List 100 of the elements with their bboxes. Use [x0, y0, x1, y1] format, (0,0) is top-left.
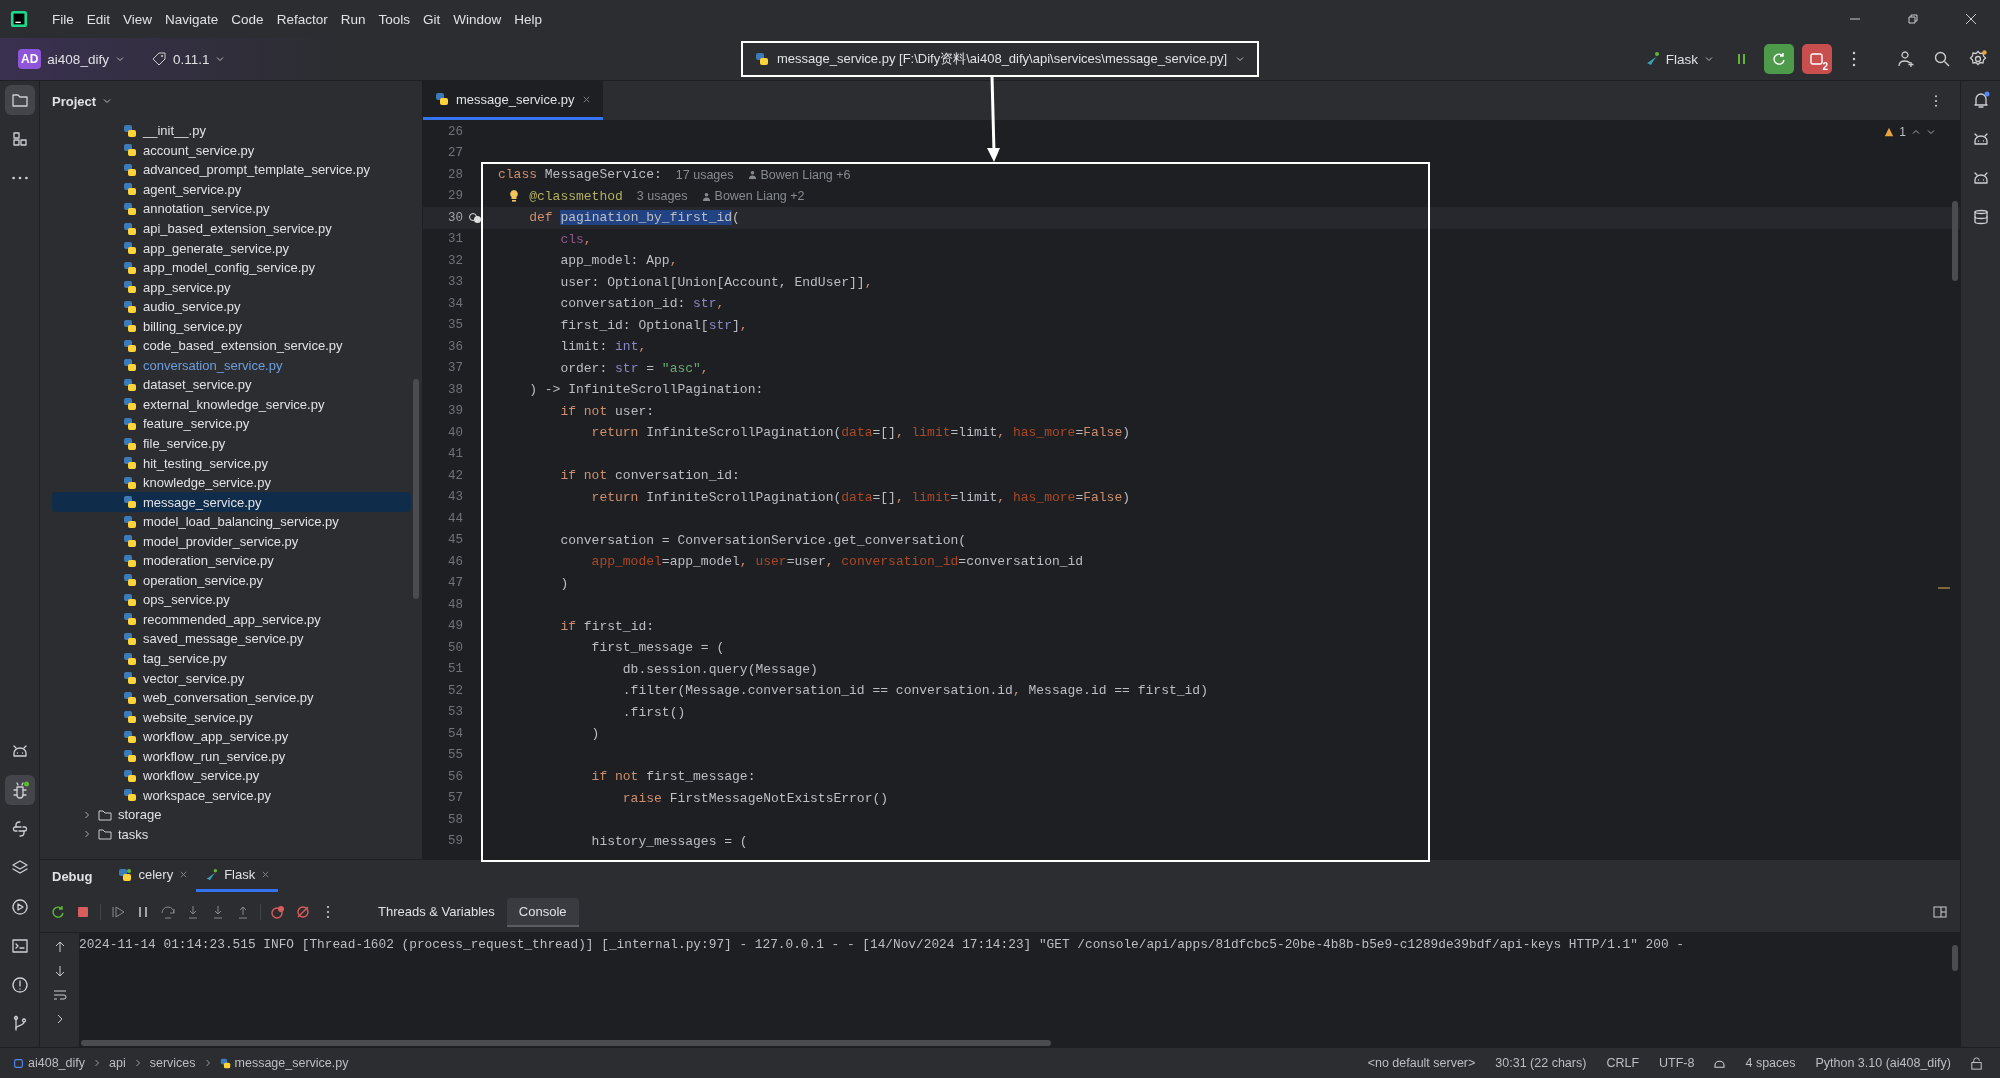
warning-icon[interactable] [1884, 127, 1895, 137]
code-line: limit: int, [559, 339, 647, 355]
menu-item[interactable]: Run [335, 9, 371, 29]
chevron-up-icon[interactable] [1911, 127, 1921, 137]
soft-wrap-icon[interactable] [51, 987, 68, 1003]
breakpoints-icon[interactable] [270, 904, 286, 920]
project-selector[interactable]: AD ai408_dify [12, 45, 131, 73]
tree-item[interactable]: knowledge_service.py [52, 472, 411, 493]
run-config-selector[interactable]: Flask [1637, 47, 1720, 71]
tree-item[interactable]: saved_message_service.py [52, 629, 411, 649]
debug-session-tab[interactable]: Flask [196, 860, 279, 892]
breadcrumb[interactable]: api [106, 1054, 129, 1072]
scrollbar-thumb[interactable] [413, 379, 419, 599]
menu-item[interactable]: Code [226, 9, 269, 29]
breadcrumb[interactable]: message_service.py [216, 1054, 352, 1072]
menu-item[interactable]: Refactor [271, 9, 333, 29]
status-item[interactable]: CRLF [1598, 1054, 1648, 1072]
panel-title[interactable]: Project [52, 93, 97, 109]
gutter-marker-icon[interactable] [468, 210, 482, 225]
tree-item[interactable]: app_service.py [52, 277, 411, 297]
tree-item[interactable]: feature_service.py [52, 414, 411, 434]
menu-item[interactable]: Edit [81, 9, 116, 29]
menu-item[interactable]: Tools [373, 9, 415, 29]
breadcrumb[interactable]: ai408_dify [10, 1054, 88, 1072]
usages-hint[interactable]: 3 usages [636, 189, 688, 204]
step-over-icon[interactable] [160, 904, 176, 920]
rerun-icon[interactable] [50, 904, 66, 920]
tree-item[interactable]: model_load_balancing_service.py [52, 511, 411, 532]
tree-item[interactable]: website_service.py [52, 707, 411, 727]
status-item[interactable]: UTF-8 [1651, 1054, 1703, 1072]
resume-icon[interactable] [110, 904, 126, 920]
view-tab[interactable]: Console [506, 897, 579, 927]
python-file-icon [123, 475, 137, 490]
tree-item[interactable]: vector_service.py [52, 668, 411, 688]
status-item[interactable]: <no default server> [1359, 1054, 1484, 1072]
editor-tab[interactable]: message_service.py [423, 81, 603, 120]
tree-item[interactable]: conversation_service.py [52, 355, 411, 376]
mute-breakpoints-icon[interactable] [295, 904, 311, 920]
tree-item[interactable]: api_based_extension_service.py [52, 218, 411, 239]
tree-item[interactable]: file_service.py [52, 433, 411, 454]
tool-window-button[interactable] [4, 775, 35, 805]
app-logo-icon[interactable] [10, 10, 28, 28]
status-item[interactable]: 4 spaces [1737, 1054, 1804, 1072]
rerun-debug-button[interactable] [1764, 44, 1794, 74]
menu-item[interactable]: Navigate [160, 9, 224, 29]
tree-item[interactable]: account_service.py [52, 140, 411, 161]
tree-item[interactable]: workspace_service.py [52, 785, 411, 806]
tree-item[interactable]: hit_testing_service.py [52, 453, 411, 473]
breadcrumb[interactable]: services [146, 1054, 199, 1072]
usages-hint[interactable]: 17 usages [675, 167, 734, 182]
menu-item[interactable]: Git [417, 9, 446, 29]
tree-item[interactable]: external_knowledge_service.py [52, 394, 411, 415]
tree-item[interactable]: dataset_service.py [52, 375, 411, 395]
tree-item[interactable]: model_provider_service.py [52, 531, 411, 552]
menu-item[interactable]: File [47, 9, 79, 29]
stop-button[interactable]: 2 [1802, 44, 1832, 74]
view-tab[interactable]: Threads & Variables [366, 897, 507, 927]
tree-item[interactable]: tag_service.py [52, 648, 411, 669]
current-file-selector[interactable]: message_service.py [F:\Dify资料\ai408_dify\api\services\message_service.py] [740, 41, 1260, 77]
menu-item[interactable]: View [118, 9, 158, 29]
tree-item[interactable]: __init__.py [52, 121, 411, 141]
layout-icon[interactable] [1932, 904, 1948, 920]
chevron-down-icon[interactable] [1926, 127, 1936, 137]
tree-item[interactable]: moderation_service.py [52, 551, 411, 571]
tool-window-button[interactable] [4, 85, 35, 115]
close-icon[interactable] [581, 94, 591, 104]
author-hint[interactable]: Bowen Liang +2 [714, 189, 805, 204]
lock-icon[interactable] [1969, 1055, 1984, 1071]
stop-icon[interactable] [75, 904, 91, 920]
tree-item[interactable]: operation_service.py [52, 570, 411, 591]
tree-item[interactable]: advanced_prompt_template_service.py [52, 160, 411, 180]
lightbulb-icon[interactable] [508, 189, 520, 204]
tree-folder[interactable]: storage [52, 805, 411, 825]
tree-item[interactable]: workflow_service.py [52, 766, 411, 786]
branch-selector[interactable]: 0.11.1 [144, 47, 232, 71]
menu-item[interactable]: Window [448, 9, 507, 29]
menu-item[interactable]: Help [509, 9, 547, 29]
tree-item[interactable]: recommended_app_service.py [52, 609, 411, 630]
tree-folder[interactable]: tasks [52, 824, 411, 845]
tree-item[interactable]: annotation_service.py [52, 199, 411, 219]
debug-session-tab[interactable]: celery [110, 860, 197, 892]
tree-item[interactable]: workflow_app_service.py [52, 726, 411, 747]
status-item[interactable]: Python 3.10 (ai408_dify) [1807, 1054, 1959, 1072]
tree-item[interactable]: billing_service.py [52, 316, 411, 336]
status-item[interactable]: 30:31 (22 chars) [1487, 1054, 1595, 1072]
author-hint[interactable]: Bowen Liang +6 [760, 167, 851, 182]
tree-item[interactable]: audio_service.py [52, 296, 411, 317]
caret-icon[interactable] [102, 96, 113, 106]
tree-item[interactable]: app_generate_service.py [52, 238, 411, 258]
tree-item[interactable]: ops_service.py [52, 590, 411, 610]
tree-item[interactable]: app_model_config_service.py [52, 257, 411, 278]
tree-item[interactable]: message_service.py [52, 492, 411, 512]
tree-item[interactable]: workflow_run_service.py [52, 746, 411, 767]
scrollbar-thumb[interactable] [81, 1040, 1051, 1046]
tree-item[interactable]: agent_service.py [52, 179, 411, 200]
tree-item[interactable]: code_based_extension_service.py [52, 336, 411, 356]
scrollbar-thumb[interactable] [1952, 201, 1958, 281]
scrollbar-thumb[interactable] [1952, 945, 1958, 971]
tree-item[interactable]: web_conversation_service.py [52, 687, 411, 708]
warning-count[interactable]: 1 [1899, 125, 1906, 139]
